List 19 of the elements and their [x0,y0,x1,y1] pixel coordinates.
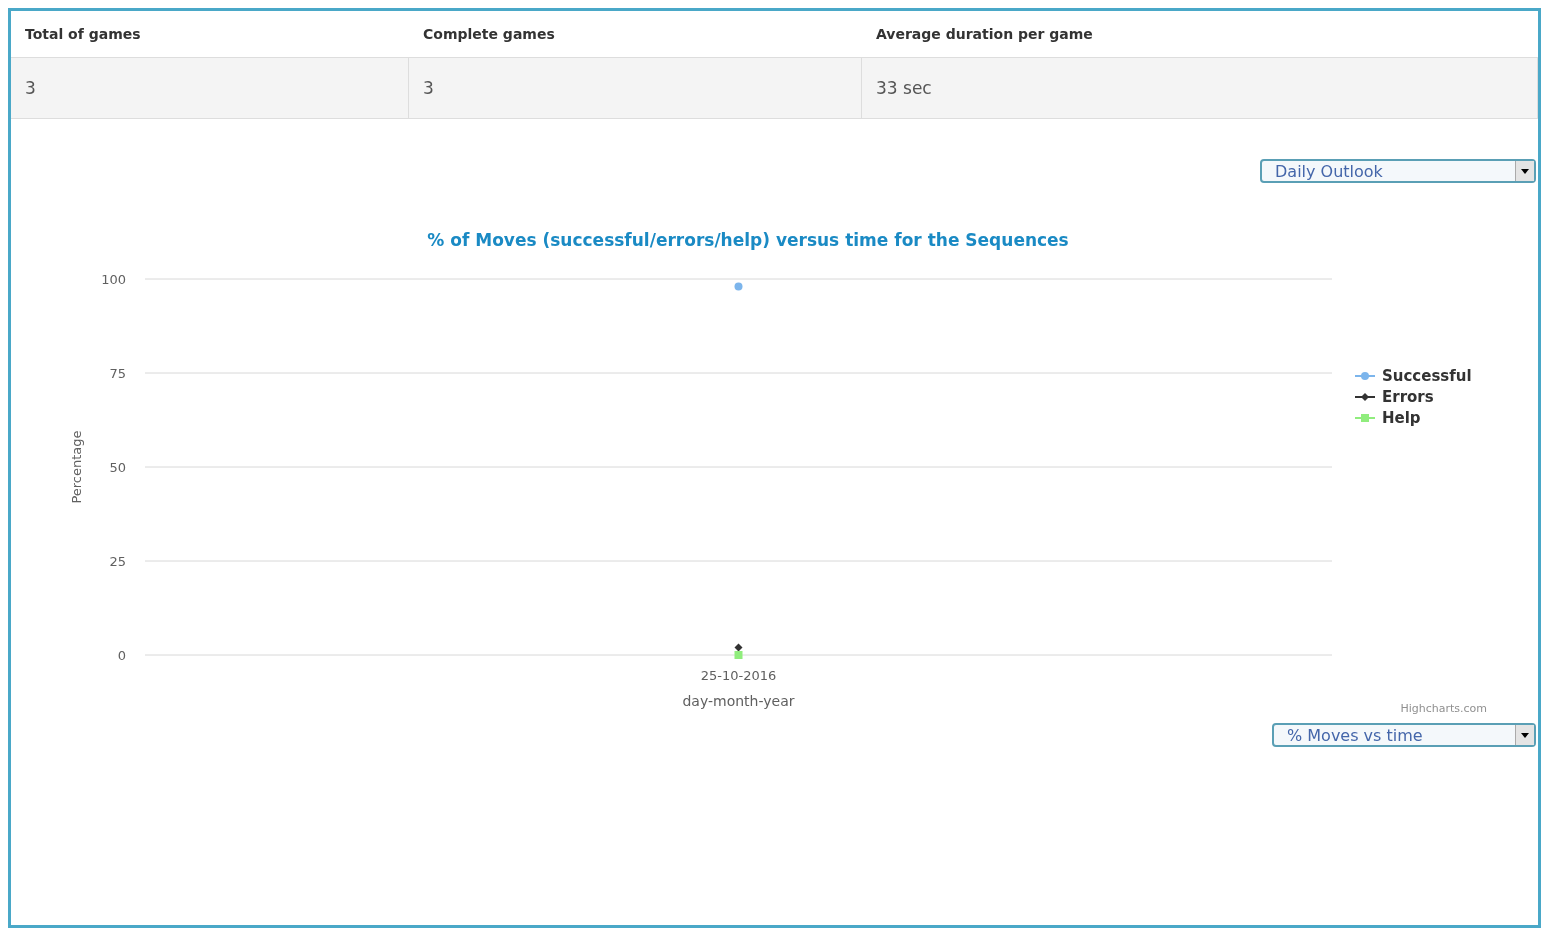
axis-tick-label: 50 [109,460,126,475]
dropdown[interactable]: % Moves vs time [1272,723,1536,747]
table-cell: 3 [409,58,862,119]
axis-tick-label: 75 [109,366,126,381]
axis-tick-label: 25-10-2016 [700,668,777,683]
table-cell: 3 [11,58,409,119]
chart-title: % of Moves (successful/errors/help) versus time for the Sequences [427,230,1069,250]
table-cell: 33 sec [862,58,1538,119]
legend-label[interactable]: Errors [1382,388,1434,406]
caret-icon [1515,725,1534,745]
axis-tick-label: 25 [109,554,126,569]
axis-tick-label: 0 [117,648,126,663]
dropdown[interactable]: Daily Outlook [1260,159,1536,183]
axis-title: day-month-year [682,693,795,709]
legend-label[interactable]: Help [1382,409,1421,427]
axis-tick-label: 100 [101,272,126,287]
axis-title: Percentage [69,430,84,504]
caret-icon [1515,161,1534,181]
legend-label[interactable]: Successful [1382,367,1472,385]
